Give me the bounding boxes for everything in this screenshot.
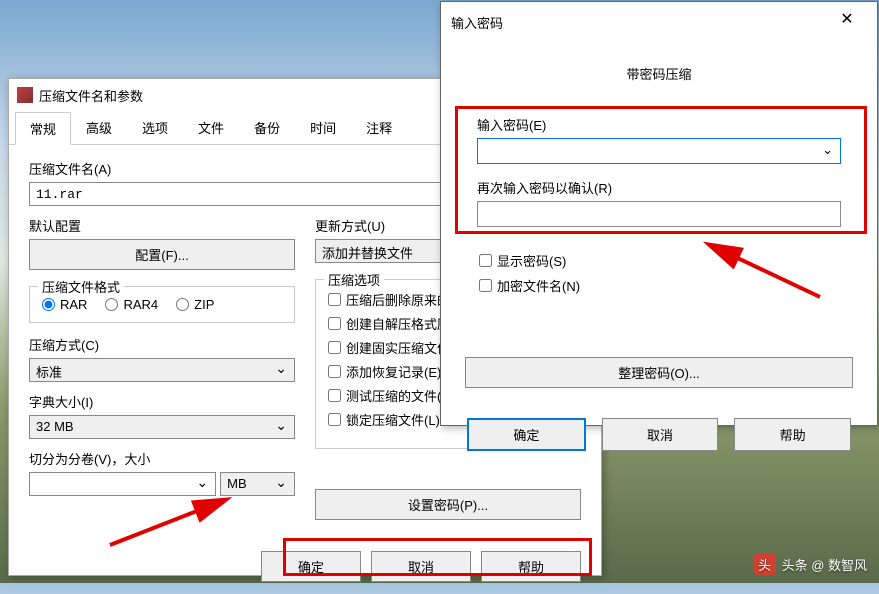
pw-cancel-button[interactable]: 取消 [602, 418, 719, 451]
options-label: 压缩选项 [324, 270, 384, 289]
dialog2-body: 带密码压缩 输入密码(E) 再次输入密码以确认(R) 显示密码(S) 加密文件名… [441, 42, 877, 467]
dialog1-title: 压缩文件名和参数 [39, 86, 143, 105]
dialog2-subtitle: 带密码压缩 [465, 64, 853, 83]
winrar-icon [17, 87, 33, 103]
dict-select[interactable]: 32 MB [29, 415, 295, 439]
confirm-password-input[interactable] [477, 201, 841, 227]
profile-button[interactable]: 配置(F)... [29, 239, 295, 270]
split-label: 切分为分卷(V)，大小 [29, 449, 295, 468]
dialog2-titlebar[interactable]: 输入密码 ✕ [441, 2, 877, 42]
split-size-select[interactable] [29, 472, 216, 496]
password-input[interactable] [477, 138, 841, 164]
enter-password-label: 输入密码(E) [477, 115, 841, 134]
ok-button[interactable]: 确定 [261, 551, 361, 582]
tab-files[interactable]: 文件 [183, 111, 239, 144]
watermark-icon: 头 [754, 553, 776, 575]
watermark-text: 头条 @ 数智风 [782, 555, 867, 574]
radio-rar4[interactable]: RAR4 [105, 297, 158, 312]
dict-label: 字典大小(I) [29, 392, 295, 411]
split-unit-select[interactable]: MB [220, 472, 295, 496]
radio-rar[interactable]: RAR [42, 297, 87, 312]
set-password-button[interactable]: 设置密码(P)... [315, 489, 581, 520]
watermark: 头 头条 @ 数智风 [754, 553, 867, 575]
tab-general[interactable]: 常规 [15, 112, 71, 145]
organize-passwords-button[interactable]: 整理密码(O)... [465, 357, 853, 388]
dialog1-buttons: 确定 取消 帮助 [9, 539, 601, 594]
help-button[interactable]: 帮助 [481, 551, 581, 582]
close-icon[interactable]: ✕ [827, 8, 867, 36]
tab-comment[interactable]: 注释 [351, 111, 407, 144]
pw-ok-button[interactable]: 确定 [467, 418, 586, 451]
radio-zip[interactable]: ZIP [176, 297, 214, 312]
tab-backup[interactable]: 备份 [239, 111, 295, 144]
pw-help-button[interactable]: 帮助 [734, 418, 851, 451]
profile-label: 默认配置 [29, 216, 295, 235]
tab-time[interactable]: 时间 [295, 111, 351, 144]
cancel-button[interactable]: 取消 [371, 551, 471, 582]
show-password-check[interactable]: 显示密码(S) [479, 251, 839, 270]
confirm-password-label: 再次输入密码以确认(R) [477, 178, 841, 197]
tab-options[interactable]: 选项 [127, 111, 183, 144]
dialog2-title: 输入密码 [451, 13, 503, 32]
tab-advanced[interactable]: 高级 [71, 111, 127, 144]
encrypt-names-check[interactable]: 加密文件名(N) [479, 276, 839, 295]
method-select[interactable]: 标准 [29, 358, 295, 382]
method-label: 压缩方式(C) [29, 335, 295, 354]
format-label: 压缩文件格式 [38, 277, 124, 296]
password-dialog: 输入密码 ✕ 带密码压缩 输入密码(E) 再次输入密码以确认(R) 显示密码(S… [440, 1, 878, 426]
